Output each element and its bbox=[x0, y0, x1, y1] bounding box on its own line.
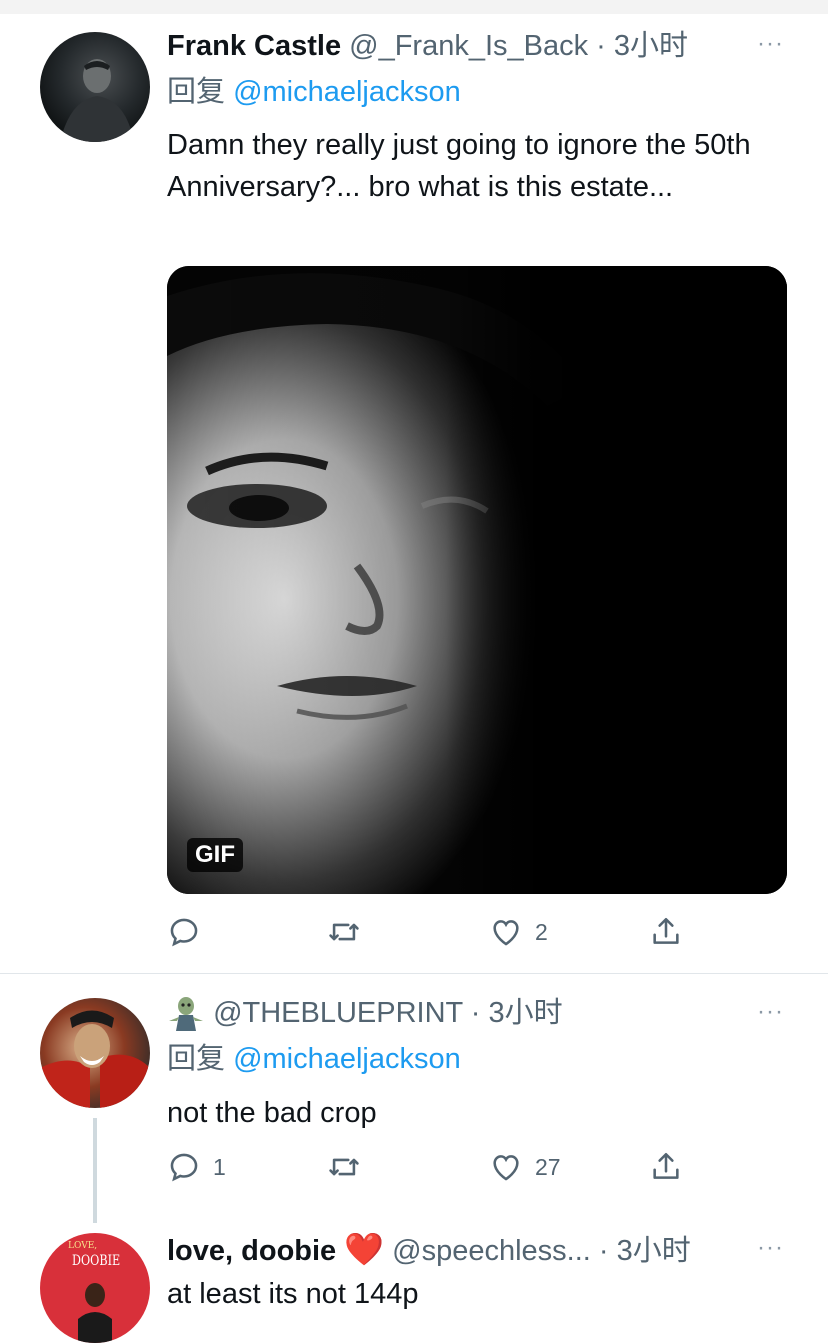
timestamp[interactable]: · 3小时 bbox=[591, 1235, 691, 1267]
like-count: 2 bbox=[535, 918, 548, 945]
share-button[interactable] bbox=[649, 912, 683, 952]
tweet-header: Frank Castle @_Frank_Is_Back · 3小时 bbox=[167, 28, 688, 64]
reply-count: 1 bbox=[213, 1153, 226, 1180]
tweet-actions: 2 bbox=[167, 912, 707, 952]
gif-badge: GIF bbox=[187, 838, 243, 872]
tweet-text: at least its not 144p bbox=[167, 1278, 419, 1310]
tweet-header: love, doobie ❤️ @speechless... · 3小时 bbox=[167, 1231, 691, 1269]
retweet-button[interactable] bbox=[327, 912, 373, 952]
like-button[interactable]: 27 bbox=[489, 1147, 561, 1187]
timestamp[interactable]: · 3小时 bbox=[463, 997, 563, 1029]
avatar[interactable] bbox=[40, 32, 150, 142]
gif-media[interactable]: GIF bbox=[167, 266, 787, 894]
more-icon[interactable]: ··· bbox=[757, 998, 784, 1026]
reply-mention-link[interactable]: @michaeljackson bbox=[233, 1043, 461, 1075]
tweet-divider bbox=[0, 973, 828, 974]
reply-icon bbox=[170, 1153, 198, 1182]
tweet-text: Damn they really just going to ignore th… bbox=[167, 129, 751, 203]
reply-context: 回复 @michaeljackson bbox=[167, 74, 461, 110]
reply-prefix: 回复 bbox=[167, 1043, 234, 1075]
reply-icon bbox=[170, 918, 198, 947]
reply-mention-link[interactable]: @michaeljackson bbox=[233, 76, 461, 108]
display-name[interactable]: Frank Castle bbox=[167, 30, 341, 62]
like-icon bbox=[493, 920, 519, 946]
thread-connector bbox=[93, 1118, 97, 1223]
zombie-icon bbox=[167, 995, 205, 1031]
like-count: 27 bbox=[535, 1153, 561, 1180]
share-icon bbox=[653, 917, 679, 944]
top-edge bbox=[0, 0, 828, 14]
retweet-icon bbox=[329, 923, 359, 941]
heart-emoji-icon: ❤️ bbox=[344, 1231, 385, 1267]
avatar[interactable] bbox=[40, 998, 150, 1108]
tweet-header: @THEBLUEPRINT · 3小时 bbox=[167, 995, 563, 1031]
reply-prefix: 回复 bbox=[167, 76, 234, 108]
retweet-button[interactable] bbox=[327, 1147, 373, 1187]
reply-button[interactable] bbox=[167, 912, 213, 952]
share-button[interactable] bbox=[649, 1147, 683, 1187]
user-handle[interactable]: @speechless... bbox=[392, 1235, 591, 1267]
tweet-text: not the bad crop bbox=[167, 1097, 377, 1129]
reply-button[interactable]: 1 bbox=[167, 1147, 226, 1187]
tweet-actions: 1 27 bbox=[167, 1147, 707, 1187]
like-button[interactable]: 2 bbox=[489, 912, 548, 952]
like-icon bbox=[493, 1155, 519, 1181]
retweet-icon bbox=[329, 1158, 359, 1176]
timestamp[interactable]: · 3小时 bbox=[588, 30, 688, 62]
more-icon[interactable]: ··· bbox=[757, 1234, 784, 1262]
more-icon[interactable]: ··· bbox=[757, 30, 784, 58]
user-handle[interactable]: @THEBLUEPRINT bbox=[213, 997, 463, 1029]
avatar[interactable]: LOVE, DOOBIE bbox=[40, 1233, 150, 1343]
user-handle[interactable]: @_Frank_Is_Back bbox=[349, 30, 588, 62]
display-name[interactable]: love, doobie bbox=[167, 1235, 336, 1267]
share-icon bbox=[653, 1152, 679, 1179]
reply-context: 回复 @michaeljackson bbox=[167, 1041, 461, 1077]
